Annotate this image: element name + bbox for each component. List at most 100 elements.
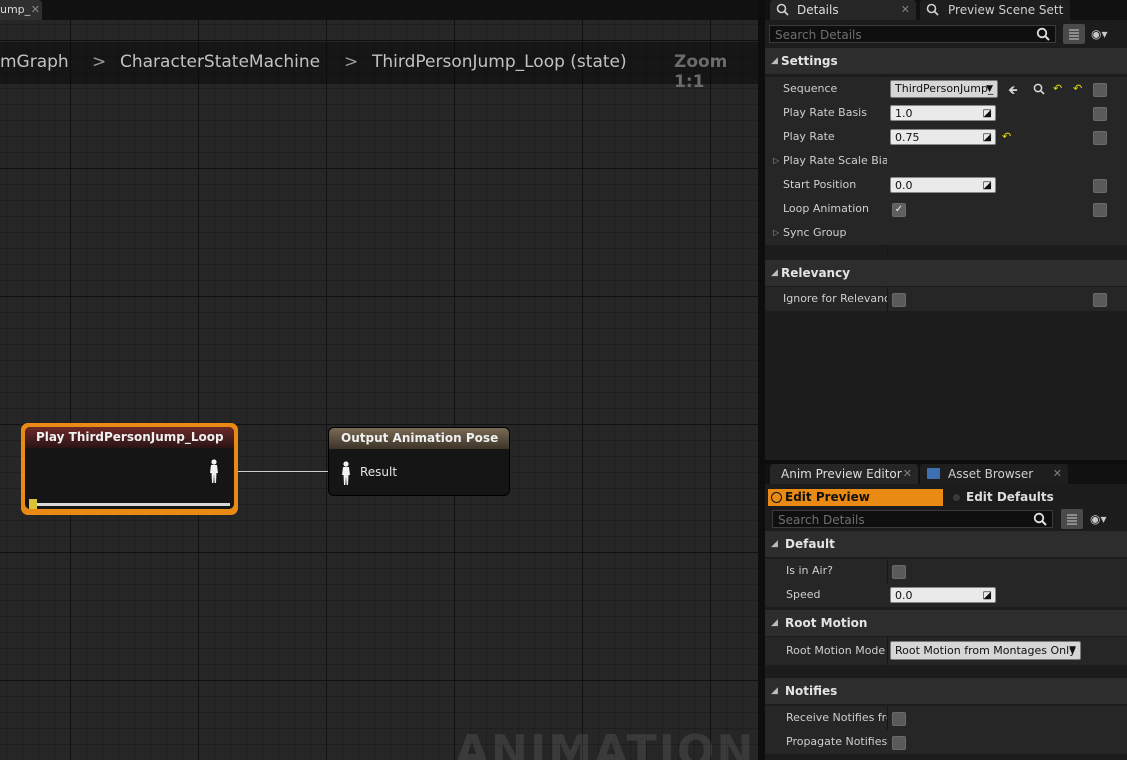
search-placeholder: Search Details: [778, 513, 865, 527]
spin-handle-icon[interactable]: ◪: [983, 130, 992, 146]
search-icon: [1036, 27, 1050, 41]
section-title: Relevancy: [781, 266, 851, 280]
row-speed: Speed 0.0 ◪: [765, 583, 1127, 607]
ignore-for-relevancy-checkbox[interactable]: [892, 293, 906, 307]
row-play-rate-scale-bias[interactable]: ▷ Play Rate Scale Bias: [765, 149, 1127, 173]
zoom-level: Zoom 1:1: [674, 52, 728, 92]
tab-label: Details: [797, 3, 839, 17]
pin-exposed-checkbox[interactable]: [1093, 83, 1107, 97]
breadcrumb-item-animgraph[interactable]: mGraph: [0, 52, 69, 72]
breadcrumb-item-state[interactable]: ThirdPersonJump_Loop (state): [372, 52, 627, 72]
tab-anim-graph[interactable]: ump_ ✕: [0, 0, 42, 20]
propagate-notifies-checkbox[interactable]: [892, 736, 906, 750]
reset-to-default-icon[interactable]: ↶: [1073, 82, 1082, 95]
start-position-input[interactable]: 0.0 ◪: [890, 177, 996, 193]
eye-icon[interactable]: ◉▾: [1091, 27, 1108, 41]
edit-defaults-radio[interactable]: Edit Defaults: [951, 489, 1121, 506]
row-play-rate: Play Rate 0.75 ◪ ↶: [765, 125, 1127, 149]
expand-arrow-icon[interactable]: ▷: [773, 221, 779, 245]
section-settings[interactable]: ◢ Settings: [765, 48, 1127, 74]
field-value: 0.75: [895, 131, 920, 144]
row-propagate-notifies: Propagate Notifies t: [765, 730, 1127, 754]
output-pose-node[interactable]: Output Animation Pose Result: [328, 427, 510, 496]
list-view-icon[interactable]: [1061, 509, 1083, 529]
close-icon[interactable]: ✕: [903, 464, 912, 484]
pose-input-pin-icon[interactable]: [341, 461, 351, 485]
list-view-icon[interactable]: [1063, 24, 1085, 44]
row-root-motion-mode: Root Motion Mode Root Motion from Montag…: [765, 637, 1127, 665]
row-receive-notifies: Receive Notifies fro: [765, 706, 1127, 754]
row-sync-group[interactable]: ▷ Sync Group: [765, 221, 1127, 245]
breadcrumb-item-statemachine[interactable]: CharacterStateMachine: [120, 52, 320, 72]
node-title: Output Animation Pose: [329, 428, 509, 449]
row-is-in-air: Is in Air?: [765, 559, 1127, 607]
radio-selected-icon: [771, 492, 782, 503]
anim-graph-canvas[interactable]: mGraph > CharacterStateMachine > ThirdPe…: [0, 20, 760, 760]
search-placeholder: Search Details: [775, 28, 862, 42]
spin-handle-icon[interactable]: ◪: [983, 106, 992, 122]
pin-exposed-checkbox[interactable]: [1093, 131, 1107, 145]
chevron-down-icon: ▼: [1069, 645, 1076, 655]
section-notifies[interactable]: ◢ Notifies: [765, 678, 1127, 704]
eye-icon[interactable]: ◉▾: [1090, 512, 1107, 526]
section-title: Root Motion: [785, 616, 868, 630]
collapse-arrow-icon: ◢: [771, 56, 778, 66]
reset-to-default-icon[interactable]: ↶: [1002, 130, 1011, 143]
root-motion-mode-dropdown[interactable]: Root Motion from Montages Only ▼: [890, 641, 1081, 660]
close-icon[interactable]: ✕: [901, 0, 910, 20]
anim-preview-panel: Anim Preview Editor ✕ Asset Browser ✕ Ed…: [765, 460, 1127, 760]
close-icon[interactable]: ✕: [31, 0, 40, 20]
section-root-motion[interactable]: ◢ Root Motion: [765, 610, 1127, 636]
tab-label: Asset Browser: [948, 467, 1034, 481]
receive-notifies-checkbox[interactable]: [892, 712, 906, 726]
pin-exposed-checkbox[interactable]: [1093, 179, 1107, 193]
row-label: Receive Notifies fro: [786, 711, 887, 724]
tab-label: Preview Scene Sett: [948, 3, 1064, 17]
play-sequence-node[interactable]: Play ThirdPersonJump_Loop: [21, 423, 238, 515]
row-sequence: Sequence ThirdPersonJump_ ▼ 🡸 ↶ ↶: [765, 77, 1127, 101]
tab-asset-browser[interactable]: Asset Browser ✕: [920, 464, 1068, 484]
anim-preview-search-input[interactable]: Search Details: [772, 510, 1053, 528]
tab-preview-scene-settings[interactable]: Preview Scene Sett: [920, 0, 1070, 20]
radio-label: Edit Defaults: [966, 490, 1054, 504]
playback-marker[interactable]: [29, 499, 37, 509]
pose-output-pin-icon[interactable]: [209, 459, 219, 483]
row-label: Play Rate Basis: [783, 106, 867, 119]
row-label: Root Motion Mode: [786, 644, 886, 657]
row-label: Start Position: [783, 178, 857, 191]
pin-exposed-checkbox[interactable]: [1093, 107, 1107, 121]
close-icon[interactable]: ✕: [1053, 464, 1062, 484]
spin-handle-icon[interactable]: ◪: [983, 178, 992, 194]
row-label: Ignore for Relevancy: [783, 292, 887, 305]
collapse-arrow-icon: ◢: [771, 686, 778, 696]
expand-arrow-icon[interactable]: ▷: [773, 149, 779, 173]
play-rate-input[interactable]: 0.75 ◪: [890, 129, 996, 145]
search-icon: [1033, 512, 1047, 526]
play-rate-basis-input[interactable]: 1.0 ◪: [890, 105, 996, 121]
speed-input[interactable]: 0.0 ◪: [890, 587, 996, 603]
reset-to-default-icon[interactable]: ↶: [1053, 82, 1062, 95]
tab-anim-preview-editor[interactable]: Anim Preview Editor ✕: [770, 464, 918, 484]
details-search-input[interactable]: Search Details: [769, 25, 1056, 43]
asset-browser-icon: [927, 468, 940, 479]
tab-details[interactable]: Details ✕: [770, 0, 916, 20]
edit-preview-radio[interactable]: Edit Preview: [768, 489, 943, 506]
section-relevancy[interactable]: ◢ Relevancy: [765, 260, 1127, 286]
loop-animation-checkbox[interactable]: ✓: [892, 203, 906, 217]
browse-search-icon[interactable]: [1033, 83, 1045, 95]
is-in-air-checkbox[interactable]: [892, 565, 906, 579]
row-label: Loop Animation: [783, 202, 869, 215]
pin-exposed-checkbox[interactable]: [1093, 293, 1107, 307]
sequence-asset-dropdown[interactable]: ThirdPersonJump_ ▼: [890, 80, 998, 98]
section-default[interactable]: ◢ Default: [765, 531, 1127, 557]
panel-splitter[interactable]: [758, 0, 765, 760]
search-icon: [926, 0, 939, 22]
use-selected-asset-arrow-icon[interactable]: 🡸: [1008, 81, 1018, 102]
row-label: Sync Group: [783, 226, 847, 239]
spin-handle-icon[interactable]: ◪: [983, 588, 992, 604]
node-title: Play ThirdPersonJump_Loop: [25, 427, 234, 448]
pin-exposed-checkbox[interactable]: [1093, 203, 1107, 217]
row-loop-animation: Loop Animation ✓: [765, 197, 1127, 221]
field-value: 1.0: [895, 107, 913, 120]
tab-label: ump_: [0, 3, 31, 16]
